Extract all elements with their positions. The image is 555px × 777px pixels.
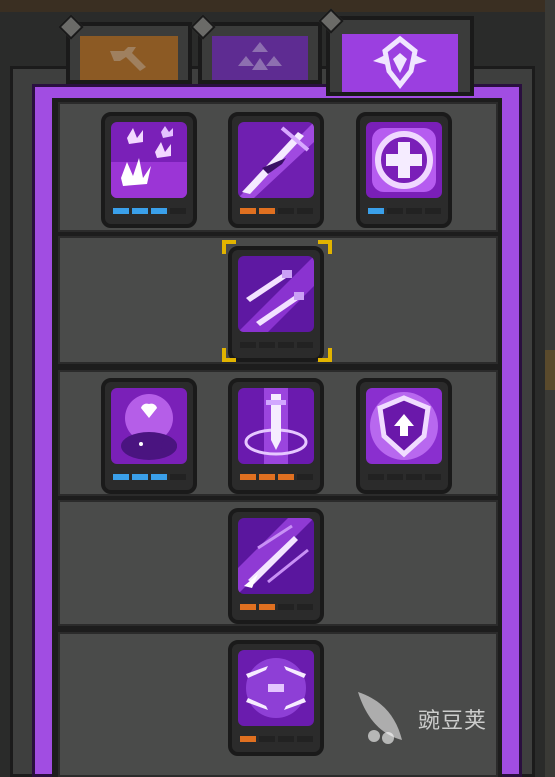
level-pip [240, 736, 256, 742]
level-pip [240, 342, 256, 348]
level-pip [240, 208, 256, 214]
level-pip [297, 736, 313, 742]
wrench-icon [110, 47, 146, 71]
skill-card-spike-burst[interactable] [101, 112, 197, 228]
skill-level-pips [368, 474, 441, 480]
selection-corner [318, 348, 332, 362]
skill-level-pips [240, 208, 313, 214]
level-pip [368, 474, 384, 480]
skill-level-pips [368, 208, 441, 214]
skill-card-shield-up[interactable] [356, 378, 452, 494]
skill-card-pet-heal[interactable] [101, 378, 197, 494]
level-pip [368, 208, 384, 214]
level-pip [425, 474, 441, 480]
skill-level-pips [240, 342, 313, 348]
tab-gems[interactable] [190, 14, 322, 84]
tab-gems-bg [212, 36, 308, 80]
level-pip [278, 736, 294, 742]
level-pip [406, 474, 422, 480]
triangle-gems-icon [238, 42, 282, 70]
level-pip [278, 604, 294, 610]
skill-card-twin-swords[interactable] [228, 246, 324, 362]
skill-level-pips [240, 736, 313, 742]
tab-skills-bg [342, 34, 458, 92]
skill-card-slash-strike[interactable] [228, 112, 324, 228]
background-notch [545, 350, 555, 390]
level-pip [259, 474, 275, 480]
level-pip [132, 208, 148, 214]
level-pip [113, 208, 129, 214]
skill-level-pips [240, 474, 313, 480]
pea-pod-logo-icon [358, 692, 402, 744]
tab-tools-bg [80, 36, 178, 80]
shield-up-icon [366, 388, 442, 464]
level-pip [297, 474, 313, 480]
tab-stud [318, 8, 344, 34]
twin-swords-icon [238, 256, 314, 332]
level-pip [425, 208, 441, 214]
level-pip [170, 208, 186, 214]
level-pip [170, 474, 186, 480]
skill-level-pips [113, 208, 186, 214]
skill-card-spear-dash[interactable] [228, 508, 324, 624]
level-pip [406, 208, 422, 214]
watermark-text: 豌豆荚 [418, 709, 488, 734]
background-right [545, 0, 555, 777]
tab-skills[interactable] [318, 8, 474, 96]
skill-card-blade-storm[interactable] [228, 640, 324, 756]
selection-corner [222, 348, 236, 362]
selection-corner [318, 240, 332, 254]
selection-corner [222, 240, 236, 254]
skill-level-pips [240, 604, 313, 610]
level-pip [113, 474, 129, 480]
level-pip [387, 474, 403, 480]
level-pip [259, 342, 275, 348]
level-pip [259, 604, 275, 610]
level-pip [278, 474, 294, 480]
level-pip [240, 474, 256, 480]
level-pip [278, 208, 294, 214]
level-pip [278, 342, 294, 348]
level-pip [151, 474, 167, 480]
level-pip [259, 208, 275, 214]
skill-card-sword-pillar[interactable] [228, 378, 324, 494]
slash-strike-icon [238, 122, 314, 198]
shield-emblem-icon [373, 35, 427, 90]
level-pip [297, 342, 313, 348]
blade-storm-icon [238, 650, 314, 726]
pet-heal-icon [111, 388, 187, 464]
skill-level-pips [113, 474, 186, 480]
level-pip [132, 474, 148, 480]
level-pip [387, 208, 403, 214]
level-pip [297, 208, 313, 214]
level-pip [297, 604, 313, 610]
spike-burst-icon [111, 122, 187, 198]
tab-tools[interactable] [58, 14, 192, 84]
background-top [0, 0, 555, 12]
skill-card-heal-cross[interactable] [356, 112, 452, 228]
level-pip [151, 208, 167, 214]
level-pip [240, 604, 256, 610]
sword-pillar-icon [238, 388, 314, 464]
level-pip [259, 736, 275, 742]
heal-cross-icon [366, 122, 442, 198]
spear-dash-icon [238, 518, 314, 594]
watermark: 豌豆荚 [352, 690, 487, 748]
